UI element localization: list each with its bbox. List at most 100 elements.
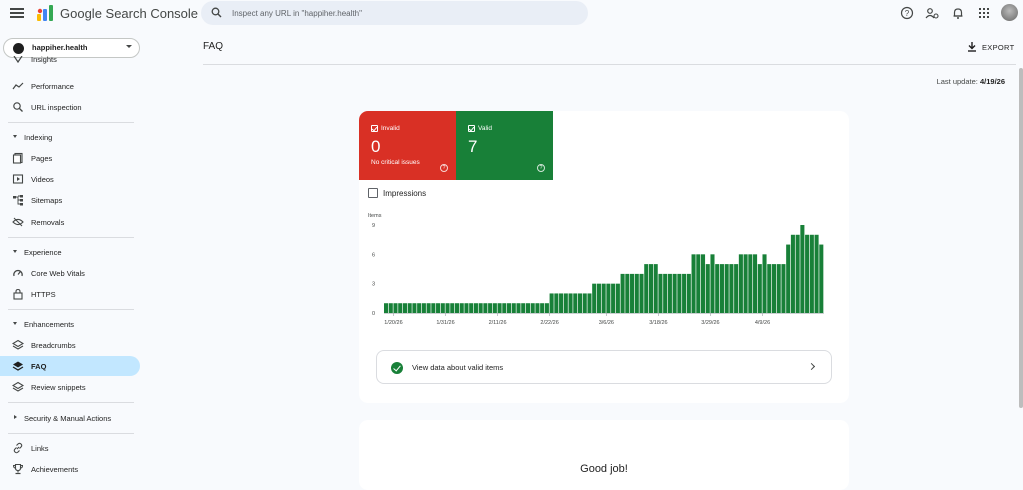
section-title: Enhancements: [24, 320, 75, 329]
sidebar-item-removals[interactable]: Removals: [0, 212, 140, 232]
sidebar-item-insights[interactable]: Insights: [0, 56, 140, 66]
account-avatar[interactable]: [1001, 4, 1018, 21]
apps-grid-icon[interactable]: [977, 5, 991, 21]
scrollbar[interactable]: [1019, 68, 1023, 408]
invalid-count: 0: [371, 137, 381, 156]
sidebar-item-breadcrumbs[interactable]: Breadcrumbs: [0, 335, 140, 355]
valid-tile[interactable]: Valid 7 ?: [456, 111, 553, 180]
chart-bar: [625, 273, 630, 313]
y-tick-label: 6: [372, 252, 375, 258]
divider: [8, 433, 134, 434]
chart-bar: [639, 273, 644, 313]
chart-bar: [393, 303, 398, 313]
section-security[interactable]: Security & Manual Actions: [0, 409, 140, 427]
chart-bar: [644, 264, 649, 313]
sidebar-item-label: URL inspection: [31, 103, 82, 112]
sidebar-item-pages[interactable]: Pages: [0, 148, 140, 168]
chart-bar: [412, 303, 417, 313]
sidebar-item-links[interactable]: Links: [0, 438, 140, 458]
valid-link-label: View data about valid items: [412, 363, 504, 372]
section-title: Indexing: [24, 133, 53, 142]
valid-label: Valid: [478, 125, 492, 132]
section-indexing[interactable]: Indexing: [0, 128, 140, 146]
caret-down-icon: [126, 45, 132, 48]
chart-bar: [634, 273, 639, 313]
x-tick-label: 2/22/26: [540, 320, 558, 326]
export-button[interactable]: EXPORT: [966, 40, 1016, 54]
search-console-logo[interactable]: [36, 4, 56, 22]
app-title[interactable]: Google Search Console: [60, 6, 198, 21]
property-selector[interactable]: happiher.health: [3, 38, 140, 58]
chart-bar: [445, 303, 450, 313]
svg-text:?: ?: [905, 9, 910, 18]
sidebar-item-label: Insights: [31, 56, 57, 64]
notifications-icon[interactable]: [951, 5, 965, 21]
help-icon[interactable]: ?: [537, 164, 545, 172]
chart-bar: [814, 234, 819, 313]
section-enhancements[interactable]: Enhancements: [0, 315, 140, 333]
chart-bar: [667, 273, 672, 313]
checkbox-icon[interactable]: [368, 188, 378, 198]
url-inspect-search[interactable]: [201, 1, 588, 25]
search-icon: [13, 102, 23, 112]
last-update-date: 4/19/26: [979, 77, 1005, 86]
sidebar-item-achievements[interactable]: Achievements: [0, 459, 140, 479]
chart-bar: [809, 234, 814, 313]
chart-bar: [611, 283, 616, 313]
chart-bar: [592, 283, 597, 313]
divider: [8, 122, 134, 123]
menu-icon[interactable]: [10, 6, 24, 20]
link-icon: [13, 442, 23, 454]
good-job-text: Good job!: [580, 463, 628, 475]
collapse-arrow-icon: [13, 135, 17, 138]
chart-bar: [630, 273, 635, 313]
chart-bar: [790, 234, 795, 313]
chart-bar: [677, 273, 682, 313]
last-update-label: Last update:: [936, 77, 978, 86]
checkbox-checked-icon[interactable]: [468, 125, 475, 132]
search-input[interactable]: [232, 5, 572, 21]
property-name: happiher.health: [32, 43, 88, 52]
sidebar-item-label: Performance: [31, 82, 74, 91]
sidebar-item-label: Achievements: [31, 465, 79, 474]
layers-icon: [12, 361, 24, 371]
divider: [8, 402, 134, 403]
sidebar-item-faq[interactable]: FAQ: [0, 356, 140, 376]
checkbox-checked-icon[interactable]: [371, 125, 378, 132]
pages-icon: [12, 152, 23, 164]
layers-icon: [12, 381, 24, 392]
sidebar-item-label: Removals: [31, 218, 65, 227]
section-experience[interactable]: Experience: [0, 243, 140, 261]
help-icon[interactable]: ?: [900, 5, 914, 21]
chart-bar: [738, 254, 743, 313]
sidebar-item-videos[interactable]: Videos: [0, 169, 140, 189]
help-icon[interactable]: ?: [440, 164, 448, 172]
chart-bar: [525, 303, 531, 313]
sidebar-item-label: Core Web Vitals: [31, 269, 85, 278]
chart-bar: [402, 303, 407, 313]
sidebar-item-review-snippets[interactable]: Review snippets: [0, 377, 140, 397]
x-tick-label: 2/11/26: [489, 320, 507, 326]
sidebar-item-url-inspection[interactable]: URL inspection: [0, 97, 140, 117]
invalid-tile[interactable]: Invalid 0 No critical issues ?: [359, 111, 456, 180]
export-label: EXPORT: [982, 43, 1015, 52]
chart-bar: [582, 293, 587, 313]
removals-icon: [12, 217, 24, 227]
chart-bar: [771, 264, 777, 313]
chevron-right-icon: [807, 362, 816, 371]
top-bar: Google Search Console ?: [0, 0, 1023, 28]
users-settings-icon[interactable]: [925, 5, 939, 21]
sidebar-item-sitemaps[interactable]: Sitemaps: [0, 190, 140, 210]
sidebar-item-core-web-vitals[interactable]: Core Web Vitals: [0, 263, 140, 283]
sidebar: happiher.health Insights Performance URL…: [0, 28, 148, 476]
sidebar-item-performance[interactable]: Performance: [0, 76, 140, 96]
chart-bar: [577, 293, 583, 313]
sidebar-item-https[interactable]: HTTPS: [0, 284, 140, 304]
chart-bar: [478, 303, 483, 313]
sidebar-item-label: Pages: [31, 154, 53, 163]
gauge-icon: [13, 269, 23, 277]
invalid-subtext: No critical issues: [371, 159, 420, 166]
view-valid-items-link[interactable]: View data about valid items: [376, 350, 832, 384]
chart-bar: [748, 254, 753, 313]
x-tick-label: 1/31/26: [436, 320, 454, 326]
